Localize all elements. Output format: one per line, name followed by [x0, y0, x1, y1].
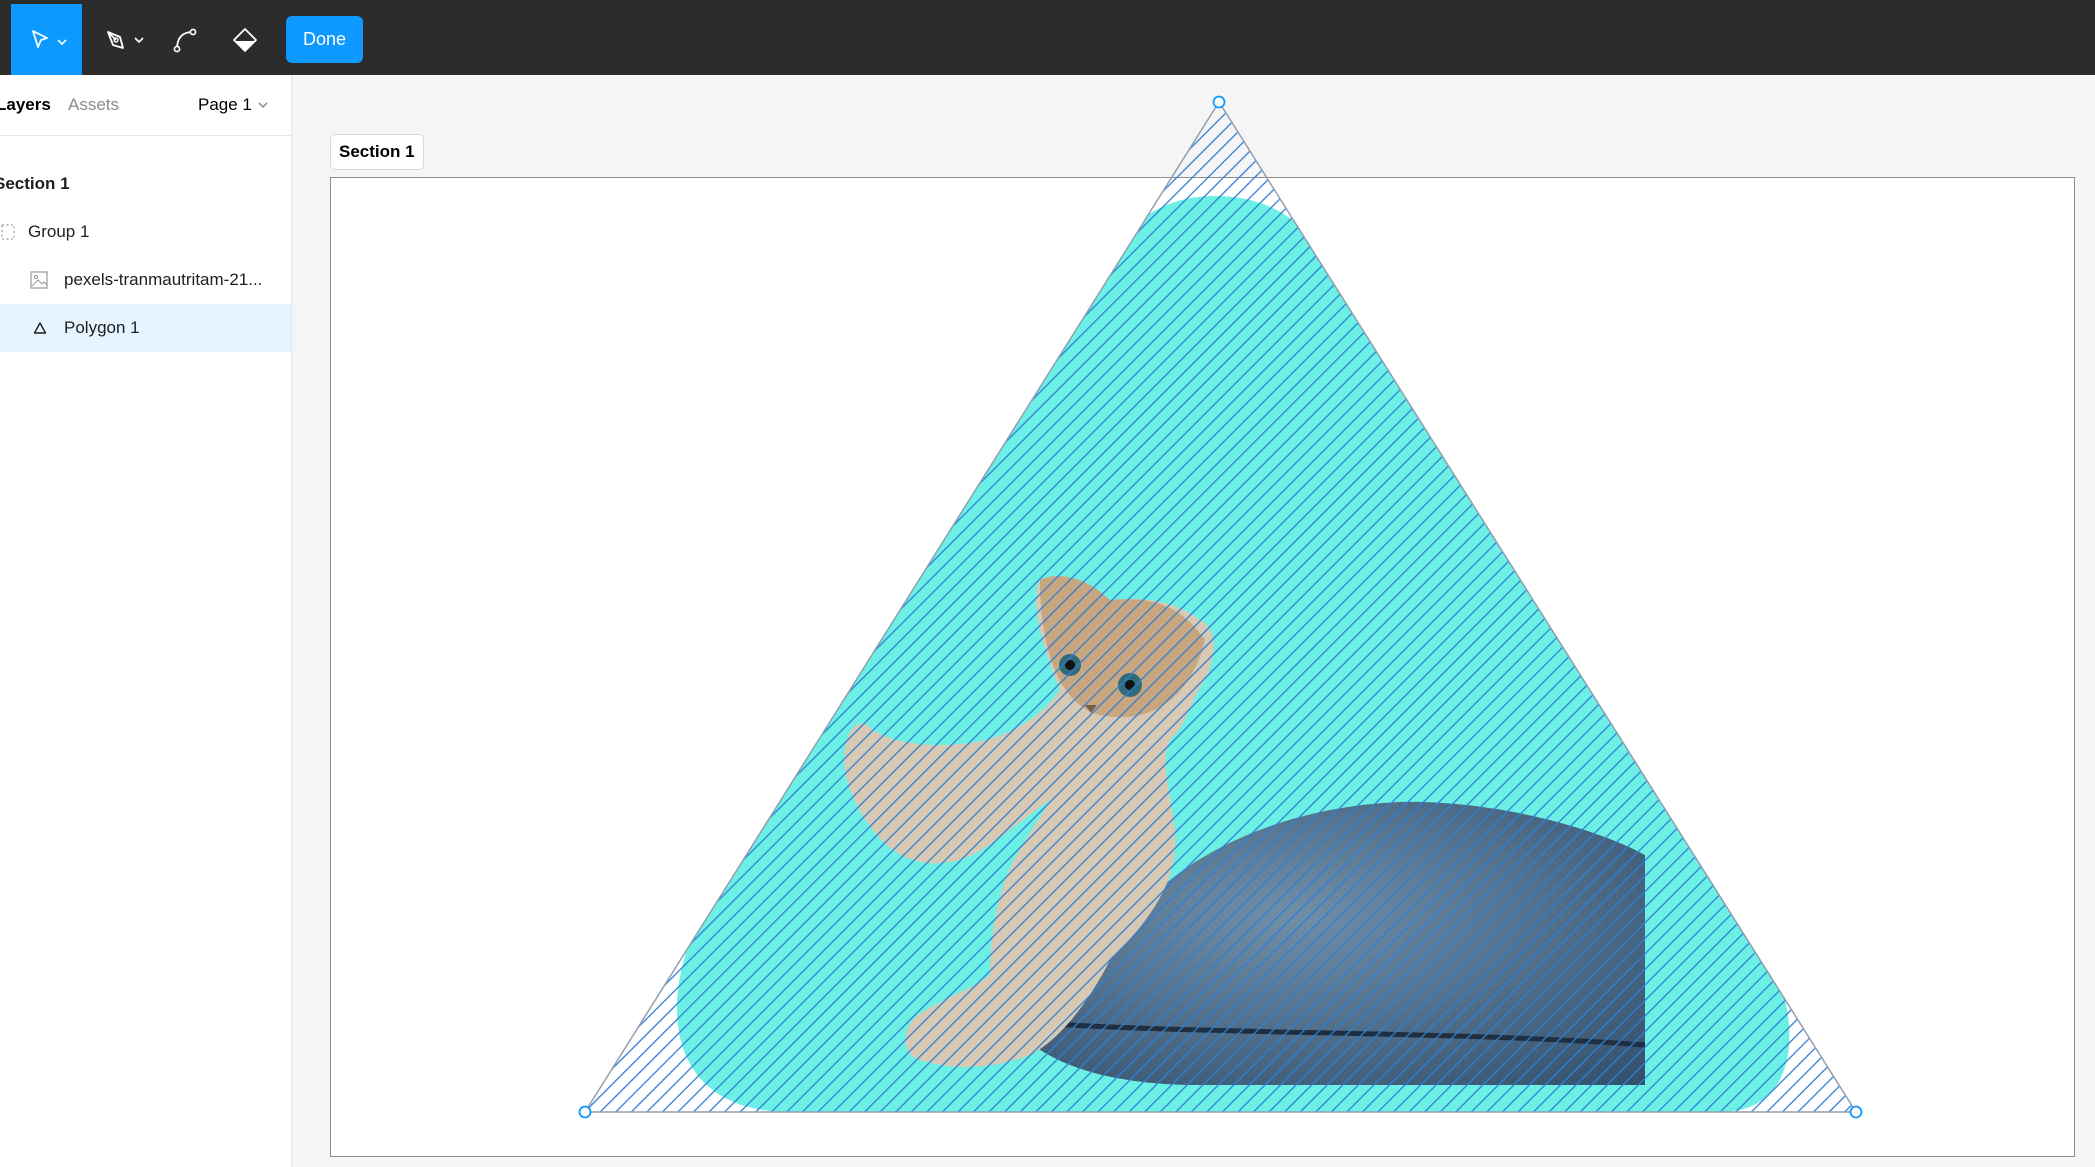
page-selector[interactable]: Page 1 — [198, 95, 268, 115]
design-canvas[interactable]: Section 1 — [292, 75, 2095, 1167]
layer-label: Polygon 1 — [64, 318, 140, 337]
layers-panel: Layers Assets Page 1 Section 1 Group 1 p… — [0, 75, 292, 1167]
vertex-handle-top — [1212, 95, 1226, 109]
canvas-artwork — [578, 95, 1863, 1119]
vertex-handle-right — [1849, 1105, 1863, 1119]
layer-row-group[interactable]: Group 1 — [0, 208, 291, 256]
toolbar: Done — [0, 0, 2095, 75]
move-tool-button[interactable] — [11, 4, 82, 75]
layer-row-image[interactable]: pexels-tranmautritam-21... — [0, 256, 291, 304]
layer-row-polygon[interactable]: Polygon 1 — [0, 304, 291, 352]
layer-label: Section 1 — [0, 174, 70, 193]
bend-tool-button[interactable] — [162, 4, 208, 75]
chevron-down-icon — [258, 102, 268, 108]
paint-bucket-icon — [233, 27, 257, 52]
tab-layers[interactable]: Layers — [0, 95, 51, 115]
paint-bucket-tool-button[interactable] — [222, 4, 268, 75]
pen-tool-button[interactable] — [92, 4, 154, 75]
layer-label: Group 1 — [28, 222, 90, 241]
vertex-handle-left — [578, 1105, 592, 1119]
panel-tabs: Layers Assets Page 1 — [0, 75, 291, 136]
layer-row-section[interactable]: Section 1 — [0, 160, 291, 208]
page-selector-label: Page 1 — [198, 95, 252, 114]
tab-assets[interactable]: Assets — [68, 95, 119, 115]
cursor-icon — [31, 29, 67, 48]
polygon-fill — [585, 102, 1856, 1112]
bend-tool-icon — [173, 28, 197, 52]
done-button[interactable]: Done — [286, 16, 363, 63]
pen-icon — [107, 30, 144, 49]
polygon-icon — [33, 304, 47, 352]
group-icon — [1, 208, 15, 256]
layer-label: pexels-tranmautritam-21... — [64, 270, 263, 289]
image-icon — [30, 256, 48, 304]
